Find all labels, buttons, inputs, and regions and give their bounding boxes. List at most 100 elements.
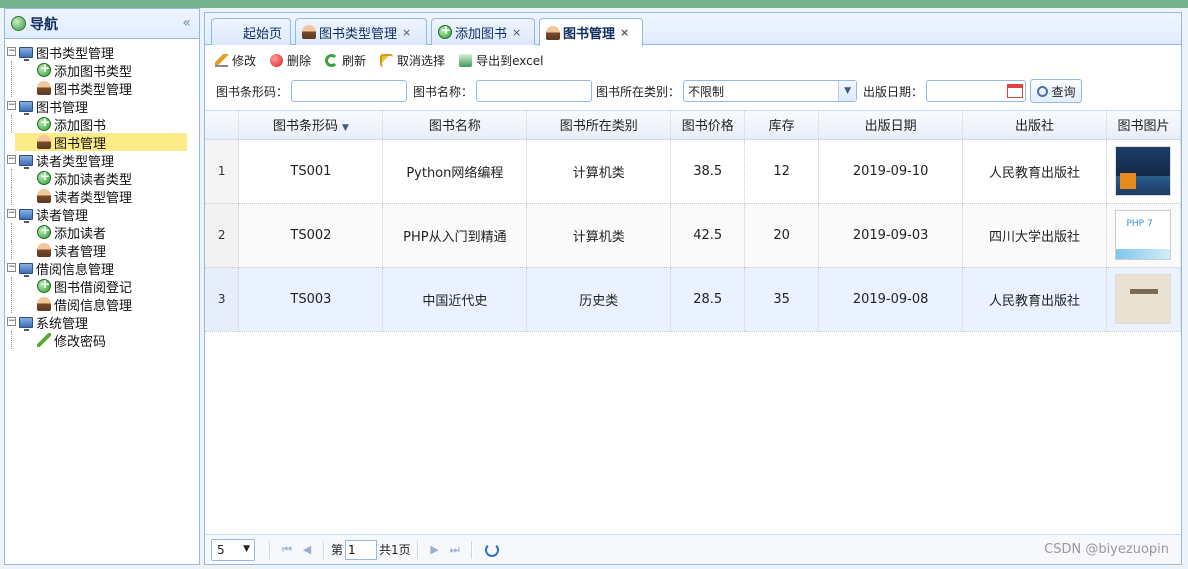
- user-icon: [302, 25, 316, 39]
- header-rownum: [205, 111, 240, 140]
- reload-icon[interactable]: [484, 542, 499, 557]
- page-number-input[interactable]: [345, 539, 378, 560]
- export-label: 导出到excel: [476, 53, 544, 68]
- tab-book-type-manage[interactable]: 图书类型管理 ×: [295, 18, 427, 45]
- tab-book-manage[interactable]: 图书管理 ×: [539, 18, 643, 46]
- tree-group-reader[interactable]: − 读者管理: [5, 205, 199, 224]
- main-panel: 起始页 图书类型管理 × 添加图书 × 图书管理 × 修改 删除 刷新 取消选择…: [204, 12, 1182, 565]
- watermark: CSDN @biyezuopin: [1044, 542, 1169, 557]
- tree-item-add-reader[interactable]: 添加读者: [5, 223, 199, 242]
- row-number: 3: [205, 267, 240, 332]
- export-button[interactable]: 导出到excel: [459, 52, 543, 69]
- cell-date: 2019-09-10: [818, 139, 964, 204]
- nav-logo-icon: [11, 16, 26, 31]
- prev-page-icon[interactable]: ◀: [297, 540, 317, 560]
- query-button[interactable]: 查询: [1030, 79, 1083, 103]
- chevron-down-icon[interactable]: ▼: [838, 81, 857, 101]
- user-icon: [37, 297, 51, 311]
- pencil-icon: [37, 333, 51, 347]
- tree-item-borrow-register[interactable]: 图书借阅登记: [5, 277, 199, 296]
- tree-group-book[interactable]: − 图书管理: [5, 97, 199, 116]
- cell-stock: 12: [744, 139, 820, 204]
- tree-group-system[interactable]: − 系统管理: [5, 313, 199, 332]
- header-price[interactable]: 图书价格: [670, 111, 746, 140]
- tree-item-reader-manage[interactable]: 读者管理: [5, 241, 199, 260]
- first-page-icon[interactable]: ⏮: [277, 540, 297, 560]
- header-label: 图书条形码: [272, 119, 338, 135]
- tree-line: [11, 115, 12, 133]
- tree-item-add-book[interactable]: 添加图书: [5, 115, 199, 134]
- tree-item-change-password[interactable]: 修改密码: [5, 331, 199, 350]
- tree-item-label: 添加图书类型: [54, 64, 133, 80]
- refresh-label: 刷新: [342, 53, 367, 68]
- edit-button[interactable]: 修改: [215, 52, 256, 69]
- tree-item-book-type-manage[interactable]: 图书类型管理: [5, 79, 199, 98]
- computer-icon: [19, 262, 33, 277]
- tree-item-label: 读者管理: [54, 244, 107, 260]
- tree-item-reader-type-manage[interactable]: 读者类型管理: [5, 187, 199, 206]
- tree-line: [11, 241, 12, 259]
- collapse-toggle-icon[interactable]: −: [7, 209, 16, 218]
- cell-publisher: 四川大学出版社: [962, 203, 1107, 268]
- tree-group-book-type[interactable]: − 图书类型管理: [5, 43, 199, 62]
- header-name[interactable]: 图书名称: [382, 111, 528, 140]
- header-stock[interactable]: 库存: [744, 111, 820, 140]
- refresh-button[interactable]: 刷新: [325, 52, 366, 69]
- tree-group-borrow[interactable]: − 借阅信息管理: [5, 259, 199, 278]
- divider: [323, 540, 325, 559]
- tab-label: 起始页: [242, 26, 282, 42]
- collapse-toggle-icon[interactable]: −: [7, 155, 16, 164]
- header-date[interactable]: 出版日期: [818, 111, 964, 140]
- tree-line: [11, 295, 12, 313]
- collapse-toggle-icon[interactable]: −: [7, 263, 16, 272]
- next-page-icon[interactable]: ▶: [425, 540, 445, 560]
- delete-button[interactable]: 删除: [270, 52, 311, 69]
- computer-icon: [19, 316, 33, 331]
- book-table: 图书条形码 ▼ 图书名称 图书所在类别 图书价格 库存 出版日期 出版社 图书图片…: [205, 111, 1182, 332]
- tree-item-label: 图书借阅登记: [54, 280, 133, 296]
- computer-icon: [19, 208, 33, 223]
- page-size-value: 5: [217, 542, 225, 557]
- header-image[interactable]: 图书图片: [1106, 111, 1182, 140]
- tree-item-book-manage[interactable]: 图书管理: [15, 133, 187, 152]
- user-icon: [37, 135, 51, 149]
- divider: [416, 540, 419, 559]
- close-icon[interactable]: ×: [620, 26, 629, 39]
- tab-add-book[interactable]: 添加图书 ×: [431, 18, 535, 45]
- table-row[interactable]: 1 TS001 Python网络编程 计算机类 38.5 12 2019-09-…: [205, 139, 1182, 204]
- header-category[interactable]: 图书所在类别: [526, 111, 672, 140]
- name-input[interactable]: [476, 80, 593, 102]
- divider: [470, 540, 473, 559]
- toolbar: 修改 删除 刷新 取消选择 导出到excel: [205, 45, 1181, 75]
- publish-date-input[interactable]: [926, 80, 1027, 102]
- last-page-icon[interactable]: ⏭: [445, 540, 465, 560]
- calendar-icon[interactable]: [1007, 84, 1024, 98]
- tab-home[interactable]: 起始页: [211, 18, 291, 45]
- table-row[interactable]: 2 TS002 PHP从入门到精通 计算机类 42.5 20 2019-09-0…: [205, 203, 1182, 268]
- cell-image: [1106, 267, 1182, 332]
- collapse-toggle-icon[interactable]: −: [7, 47, 16, 56]
- close-icon[interactable]: ×: [402, 26, 411, 39]
- header-barcode[interactable]: 图书条形码 ▼: [238, 111, 384, 140]
- collapse-toggle-icon[interactable]: −: [7, 101, 16, 110]
- header-publisher[interactable]: 出版社: [962, 111, 1107, 140]
- tree-group-label: 图书管理: [36, 100, 89, 116]
- unselect-button[interactable]: 取消选择: [380, 52, 445, 69]
- category-value: 不限制: [688, 84, 725, 99]
- tree-item-borrow-manage[interactable]: 借阅信息管理: [5, 295, 199, 314]
- close-icon[interactable]: ×: [512, 26, 521, 39]
- header-label: 库存: [768, 119, 795, 135]
- table-row-selected[interactable]: 3 TS003 中国近代史 历史类 28.5 35 2019-09-08 人民教…: [205, 267, 1182, 332]
- barcode-input[interactable]: [291, 80, 408, 102]
- collapse-toggle-icon[interactable]: −: [7, 317, 16, 326]
- tree-item-add-reader-type[interactable]: 添加读者类型: [5, 169, 199, 188]
- sort-desc-icon: ▼: [341, 123, 349, 134]
- page-size-select[interactable]: 5 ▼: [211, 538, 255, 561]
- tree-item-add-book-type[interactable]: 添加图书类型: [5, 61, 199, 80]
- category-select[interactable]: 不限制 ▼: [683, 80, 858, 102]
- collapse-icon[interactable]: «: [182, 15, 191, 31]
- top-banner: [0, 0, 1188, 8]
- tree-group-label: 图书类型管理: [36, 46, 115, 62]
- cell-category: 计算机类: [526, 139, 672, 204]
- tree-group-reader-type[interactable]: − 读者类型管理: [5, 151, 199, 170]
